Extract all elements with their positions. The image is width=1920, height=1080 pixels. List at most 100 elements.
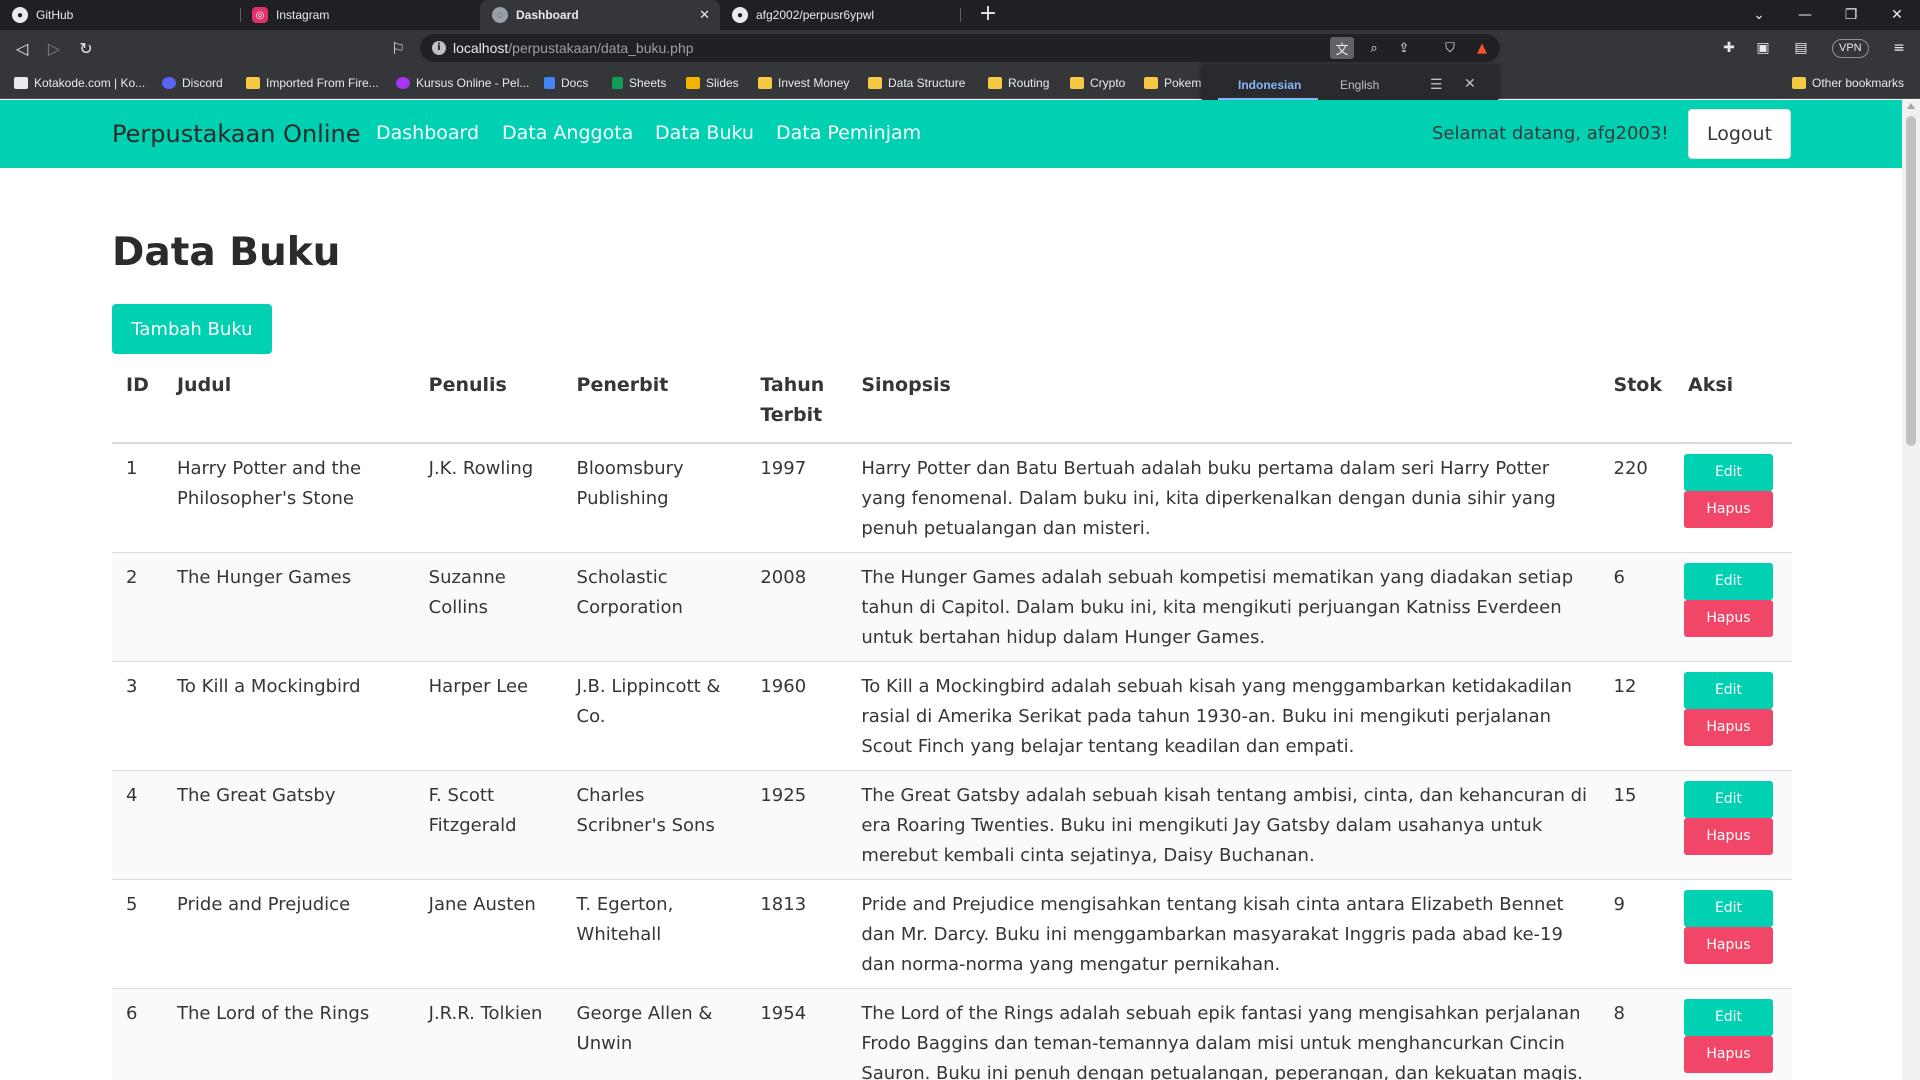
delete-button[interactable]: Hapus bbox=[1684, 491, 1773, 528]
share-icon[interactable]: ⇪ bbox=[1392, 37, 1416, 59]
discord-icon bbox=[162, 77, 176, 89]
tab-github-repo[interactable]: ● afg2002/perpusr6ypwl bbox=[720, 0, 960, 30]
cell-judul: The Great Gatsby bbox=[162, 770, 415, 880]
scroll-up-arrow[interactable] bbox=[1907, 103, 1915, 109]
bookmark-crypto[interactable]: Crypto bbox=[1070, 74, 1125, 92]
tab-search-icon[interactable]: ⌄ bbox=[1736, 0, 1782, 30]
cell-stok: 12 bbox=[1599, 661, 1674, 771]
edit-button[interactable]: Edit bbox=[1684, 672, 1773, 709]
cell-id: 3 bbox=[112, 661, 163, 771]
cell-sinopsis: To Kill a Mockingbird adalah sebuah kisa… bbox=[847, 661, 1600, 771]
folder-icon bbox=[868, 77, 882, 89]
address-bar[interactable]: i localhost/perpustakaan/data_buku.php 文… bbox=[420, 34, 1500, 62]
add-book-button[interactable]: Tambah Buku bbox=[112, 304, 272, 354]
brand-title[interactable]: Perpustakaan Online bbox=[112, 120, 360, 148]
folder-icon bbox=[1144, 77, 1158, 89]
sheets-icon bbox=[612, 77, 623, 89]
nav-data-peminjam[interactable]: Data Peminjam bbox=[776, 122, 921, 144]
bookmark-label: Imported From Fire... bbox=[266, 76, 379, 90]
tab-english[interactable]: English bbox=[1340, 78, 1379, 92]
bookmark-label: Other bookmarks bbox=[1812, 76, 1905, 90]
cell-stok: 8 bbox=[1599, 988, 1674, 1080]
delete-button[interactable]: Hapus bbox=[1684, 600, 1773, 637]
forward-icon[interactable]: ▷ bbox=[42, 36, 66, 60]
brave-shield-icon[interactable]: ⛉ bbox=[1438, 37, 1462, 59]
edit-button[interactable]: Edit bbox=[1684, 999, 1773, 1036]
bookmark-docs[interactable]: Docs bbox=[544, 74, 588, 92]
cell-id: 4 bbox=[112, 770, 163, 880]
cell-tahun: 1813 bbox=[746, 879, 848, 989]
cell-judul: The Lord of the Rings bbox=[162, 988, 415, 1080]
close-tab-icon[interactable]: ✕ bbox=[699, 7, 710, 23]
extensions-icon[interactable]: ✚ bbox=[1718, 38, 1740, 58]
tab-dashboard[interactable]: ◌ Dashboard ✕ bbox=[480, 0, 720, 30]
edit-button[interactable]: Edit bbox=[1684, 454, 1773, 491]
brave-rewards-icon[interactable]: ▲ bbox=[1470, 37, 1494, 59]
bookmark-invest[interactable]: Invest Money bbox=[758, 74, 849, 92]
column-header-tahun-terbit: Tahun Terbit bbox=[746, 362, 848, 444]
delete-button[interactable]: Hapus bbox=[1684, 818, 1773, 855]
bookmark-sheets[interactable]: Sheets bbox=[612, 74, 666, 92]
translate-icon[interactable]: 文 bbox=[1330, 37, 1354, 59]
cell-judul: The Hunger Games bbox=[162, 552, 415, 662]
column-header-sinopsis: Sinopsis bbox=[847, 362, 1600, 444]
edit-button[interactable]: Edit bbox=[1684, 563, 1773, 600]
close-window-icon[interactable]: ✕ bbox=[1874, 0, 1920, 30]
tab-instagram[interactable]: ◎ Instagram bbox=[240, 0, 480, 30]
nav-dashboard[interactable]: Dashboard bbox=[376, 122, 479, 144]
globe-icon: ◌ bbox=[492, 7, 508, 23]
scrollbar[interactable] bbox=[1902, 100, 1920, 1080]
wallet-icon[interactable]: ▤ bbox=[1790, 38, 1812, 58]
minimize-icon[interactable]: — bbox=[1782, 0, 1828, 30]
sidebar-icon[interactable]: ▣ bbox=[1752, 38, 1774, 58]
menu-icon[interactable]: ≡ bbox=[1888, 38, 1910, 58]
table-row: 3 To Kill a Mockingbird Harper Lee J.B. Lip… bbox=[112, 661, 1792, 771]
url-text[interactable]: localhost/perpustakaan/data_buku.php bbox=[453, 40, 694, 56]
cell-penerbit: Bloomsbury Publishing bbox=[562, 443, 747, 553]
bookmark-slides[interactable]: Slides bbox=[686, 74, 739, 92]
edit-button[interactable]: Edit bbox=[1684, 781, 1773, 818]
bookmark-pokem[interactable]: Pokem bbox=[1144, 74, 1201, 92]
cell-judul: Harry Potter and the Philosopher's Stone bbox=[162, 443, 415, 553]
cell-stok: 9 bbox=[1599, 879, 1674, 989]
cell-aksi: Edit Hapus bbox=[1674, 770, 1792, 880]
bookmark-label: Data Structure bbox=[888, 76, 966, 90]
cell-id: 6 bbox=[112, 988, 163, 1080]
delete-button[interactable]: Hapus bbox=[1684, 927, 1773, 964]
bookmark-discord[interactable]: Discord bbox=[162, 74, 223, 92]
bookmark-imported[interactable]: Imported From Fire... bbox=[246, 74, 379, 92]
logout-button[interactable]: Logout bbox=[1688, 109, 1791, 159]
bookmark-page-icon[interactable]: ⚐ bbox=[386, 36, 410, 60]
bookmark-label: Kursus Online - Pel... bbox=[416, 76, 530, 90]
site-info-icon[interactable]: i bbox=[432, 41, 446, 55]
edit-button[interactable]: Edit bbox=[1684, 890, 1773, 927]
bookmark-routing[interactable]: Routing bbox=[988, 74, 1049, 92]
bookmark-kotakode[interactable]: Kotakode.com | Ko... bbox=[14, 74, 145, 92]
cell-sinopsis: Harry Potter dan Batu Bertuah adalah buk… bbox=[847, 443, 1600, 553]
slides-icon bbox=[686, 77, 700, 89]
bookmark-kursus[interactable]: Kursus Online - Pel... bbox=[396, 74, 529, 92]
other-bookmarks[interactable]: Other bookmarks bbox=[1792, 74, 1904, 92]
page-title: Data Buku bbox=[112, 230, 341, 275]
translate-options-icon[interactable]: ☰ bbox=[1430, 76, 1443, 93]
zoom-icon[interactable]: ⌕ bbox=[1362, 37, 1386, 59]
restore-icon[interactable]: ❐ bbox=[1828, 0, 1874, 30]
cell-id: 5 bbox=[112, 879, 163, 989]
vpn-button[interactable]: VPN bbox=[1832, 39, 1869, 58]
tab-github[interactable]: ● GitHub bbox=[0, 0, 240, 30]
delete-button[interactable]: Hapus bbox=[1684, 1036, 1773, 1073]
back-icon[interactable]: ◁ bbox=[10, 36, 34, 60]
table-body: 1 Harry Potter and the Philosopher's Ston… bbox=[112, 443, 1792, 1080]
delete-button[interactable]: Hapus bbox=[1684, 709, 1773, 746]
nav-data-anggota[interactable]: Data Anggota bbox=[502, 122, 633, 144]
bookmark-label: Kotakode.com | Ko... bbox=[34, 76, 146, 90]
cell-aksi: Edit Hapus bbox=[1674, 661, 1792, 771]
instagram-icon: ◎ bbox=[252, 7, 268, 23]
new-tab-button[interactable]: + bbox=[976, 3, 1000, 27]
nav-data-buku[interactable]: Data Buku bbox=[655, 122, 754, 144]
scrollbar-thumb[interactable] bbox=[1906, 116, 1916, 446]
bookmark-data-structure[interactable]: Data Structure bbox=[868, 74, 965, 92]
reload-icon[interactable]: ↻ bbox=[74, 36, 98, 60]
close-icon[interactable]: ✕ bbox=[1464, 75, 1476, 92]
tab-indonesian[interactable]: Indonesian bbox=[1238, 78, 1301, 92]
